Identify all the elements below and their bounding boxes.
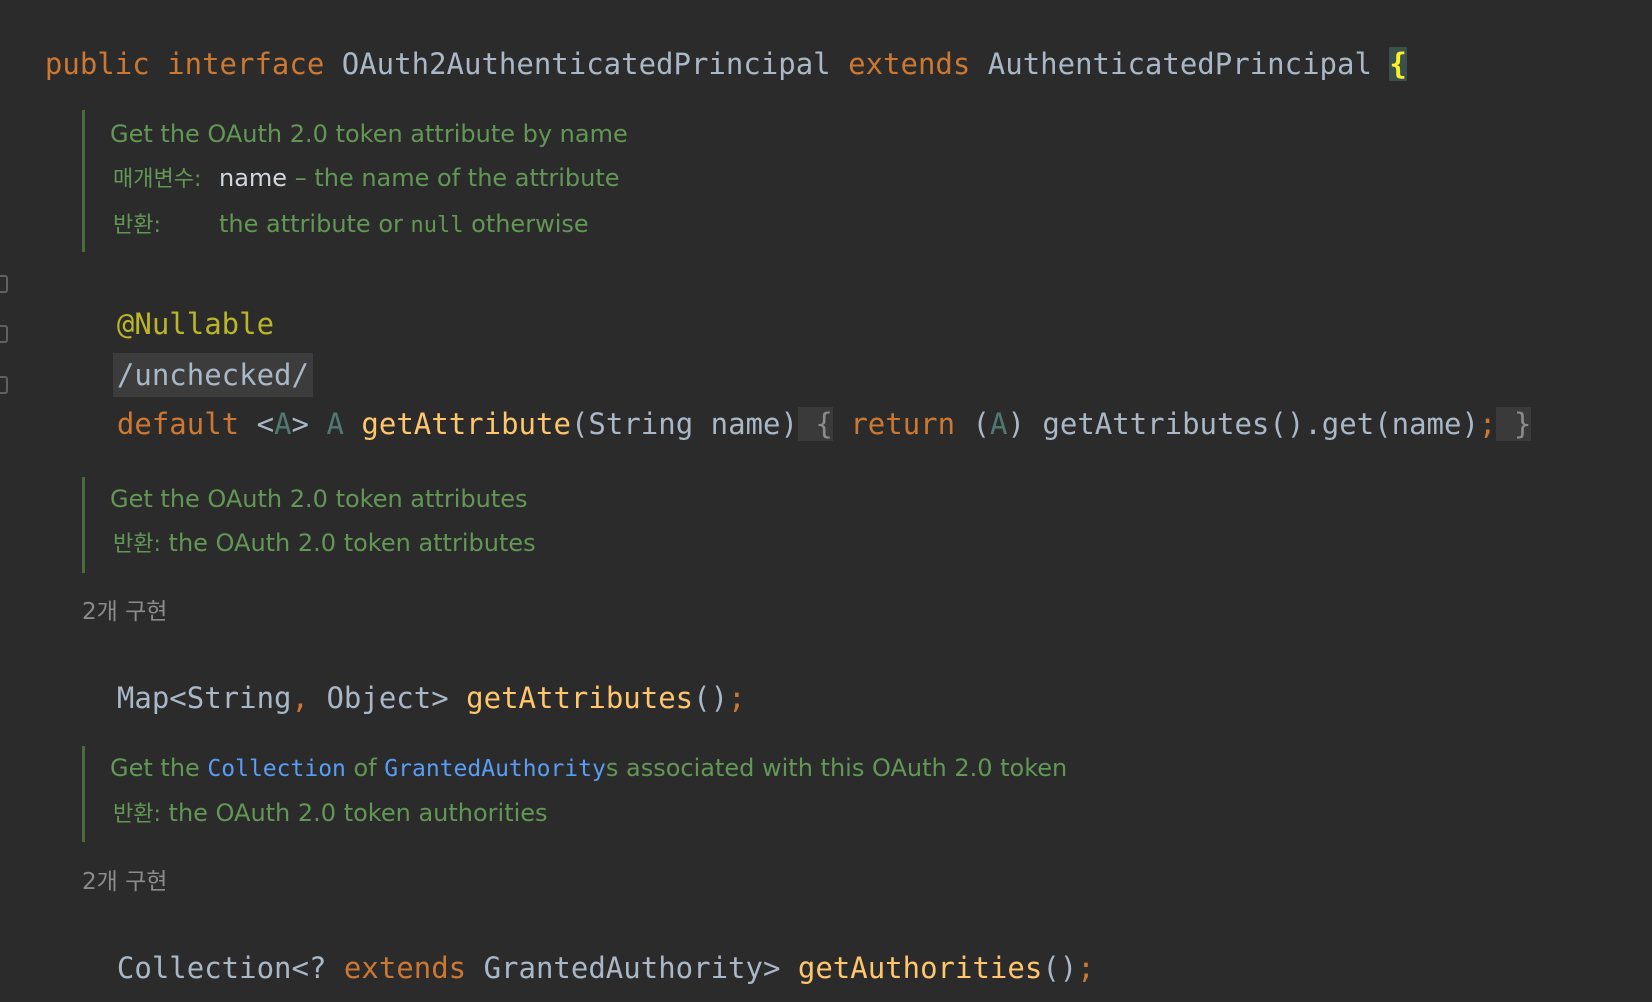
interface-declaration[interactable]: public interface OAuth2AuthenticatedPrin… bbox=[10, 4, 1407, 84]
return-type-object[interactable]: Object> bbox=[309, 681, 448, 715]
fold-open-brace[interactable]: { bbox=[797, 407, 833, 441]
doc-returns-row: 반환: the attribute or null otherwise bbox=[110, 202, 628, 248]
keyword-extends[interactable]: extends bbox=[344, 951, 466, 985]
doc-returns-desc: the OAuth 2.0 token attributes bbox=[160, 529, 536, 557]
cast-close-paren: ) bbox=[1007, 407, 1025, 441]
javadoc-get-authorities[interactable]: Get the Collection of GrantedAuthoritys … bbox=[82, 746, 1067, 842]
gutter-fold-icon[interactable] bbox=[0, 325, 8, 343]
doc-link-collection[interactable]: Collection bbox=[207, 756, 345, 782]
gutter-fold-icon[interactable] bbox=[0, 275, 8, 293]
method-get-attributes[interactable]: Map<String, Object> getAttributes(); bbox=[82, 638, 746, 718]
interface-name[interactable]: OAuth2AuthenticatedPrincipal bbox=[342, 47, 831, 81]
doc-returns-row: 반환: the OAuth 2.0 token authorities bbox=[110, 791, 1067, 837]
method-name-get-authorities[interactable]: getAuthorities bbox=[798, 951, 1042, 985]
doc-returns-desc: the OAuth 2.0 token authorities bbox=[160, 799, 548, 827]
semicolon: ; bbox=[1478, 407, 1497, 441]
method-parens: () bbox=[1042, 951, 1078, 985]
method-name-get-attribute[interactable]: getAttribute bbox=[361, 407, 571, 441]
doc-text: s associated with this OAuth 2.0 token bbox=[605, 754, 1068, 782]
doc-param-label: 매개변수: bbox=[113, 167, 202, 192]
doc-returns-label: 반환: bbox=[113, 213, 161, 238]
type-param-a[interactable]: A bbox=[274, 407, 291, 441]
method-params[interactable]: (String name) bbox=[571, 407, 798, 441]
method-parens: () bbox=[693, 681, 729, 715]
return-type-granted-authority[interactable]: GrantedAuthority> bbox=[484, 951, 781, 985]
keyword-default[interactable]: default bbox=[117, 407, 239, 441]
keyword-interface[interactable]: interface bbox=[167, 47, 324, 81]
doc-summary: Get the Collection of GrantedAuthoritys … bbox=[110, 746, 1067, 791]
fold-close-brace[interactable]: } bbox=[1496, 407, 1532, 441]
doc-param-row: 매개변수: name – the name of the attribute bbox=[110, 156, 628, 202]
return-type-collection[interactable]: Collection<? bbox=[117, 951, 327, 985]
cast-type-a[interactable]: A bbox=[990, 407, 1007, 441]
implementations-count-link[interactable]: 2개 구현 bbox=[82, 862, 167, 896]
type-param-open: < bbox=[256, 407, 275, 441]
doc-returns-label: 반환: bbox=[113, 802, 161, 827]
doc-summary: Get the OAuth 2.0 token attributes bbox=[110, 485, 528, 513]
semicolon: ; bbox=[728, 681, 746, 715]
return-type-a[interactable]: A bbox=[326, 407, 343, 441]
doc-param-name: name bbox=[219, 164, 288, 192]
doc-returns-post: otherwise bbox=[463, 210, 589, 238]
method-get-authorities[interactable]: Collection<? extends GrantedAuthority> g… bbox=[82, 908, 1095, 988]
javadoc-get-attribute[interactable]: Get the OAuth 2.0 token attribute by nam… bbox=[82, 110, 628, 252]
doc-returns-row: 반환: the OAuth 2.0 token attributes bbox=[110, 521, 536, 567]
doc-text: of bbox=[345, 754, 385, 782]
doc-returns-label: 반환: bbox=[113, 532, 161, 557]
keyword-public[interactable]: public bbox=[45, 47, 150, 81]
doc-returns-null: null bbox=[410, 213, 464, 238]
method-name-get-attributes[interactable]: getAttributes bbox=[466, 681, 693, 715]
return-type-map[interactable]: Map<String bbox=[117, 681, 292, 715]
comma: , bbox=[291, 681, 309, 715]
method-body-call[interactable]: getAttributes().get(name) bbox=[1042, 407, 1479, 441]
doc-summary: Get the OAuth 2.0 token attribute by nam… bbox=[110, 120, 628, 148]
javadoc-get-attributes[interactable]: Get the OAuth 2.0 token attributes 반환: t… bbox=[82, 477, 536, 573]
type-param-close: > bbox=[291, 407, 310, 441]
gutter-fold-icon[interactable] bbox=[0, 376, 8, 394]
method-get-attribute[interactable]: default <A> A getAttribute(String name) … bbox=[82, 364, 1532, 444]
doc-text: Get the bbox=[110, 754, 208, 782]
cast-open-paren: ( bbox=[972, 407, 991, 441]
doc-param-desc: – the name of the attribute bbox=[287, 164, 620, 192]
keyword-return[interactable]: return bbox=[850, 407, 955, 441]
parent-interface-name[interactable]: AuthenticatedPrincipal bbox=[988, 47, 1372, 81]
doc-returns-pre: the attribute or bbox=[219, 210, 411, 238]
semicolon: ; bbox=[1077, 951, 1095, 985]
doc-link-granted-authority[interactable]: GrantedAuthority bbox=[384, 756, 606, 782]
implementations-count-link[interactable]: 2개 구현 bbox=[82, 592, 167, 626]
open-brace-highlighted[interactable]: { bbox=[1389, 47, 1407, 81]
keyword-extends[interactable]: extends bbox=[848, 47, 970, 81]
